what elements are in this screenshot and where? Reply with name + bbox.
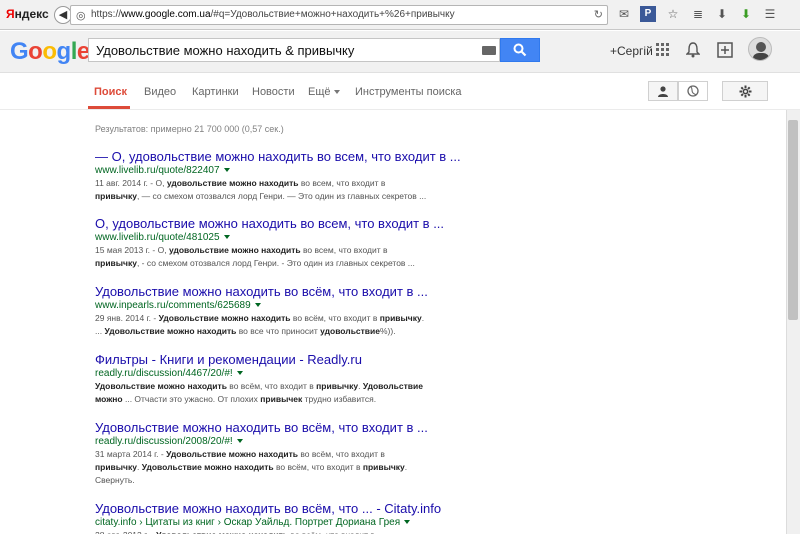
result-title-link[interactable]: — О, удовольствие можно находить во всем… — [95, 150, 525, 164]
reader-icon[interactable]: P — [640, 6, 656, 22]
result-snippet-line: 11 авг. 2014 г. - О, удовольствие можно … — [95, 178, 386, 188]
settings-button[interactable] — [722, 81, 768, 101]
result-title-link[interactable]: Фильтры - Книги и рекомендации - Readly.… — [95, 353, 525, 367]
address-bar[interactable]: ◎ https://www.google.com.ua/#q=Удовольст… — [70, 5, 608, 25]
result-url[interactable]: citaty.info › Цитаты из книг › Оскар Уай… — [95, 516, 525, 529]
chevron-down-icon[interactable] — [223, 235, 230, 240]
menu-icon[interactable]: ☰ — [762, 6, 778, 22]
mail-icon[interactable]: ✉ — [616, 6, 632, 22]
search-result: Фильтры - Книги и рекомендации - Readly.… — [95, 353, 525, 406]
search-result: Удовольствие можно находить во всём, что… — [95, 502, 525, 534]
result-stats: Результатов: примерно 21 700 000 (0,57 с… — [95, 124, 284, 134]
result-url[interactable]: www.livelib.ru/quote/481025 — [95, 231, 525, 244]
star-icon[interactable]: ☆ — [665, 6, 681, 22]
result-snippet-line: привычку, — со смехом отозвался лорд Ген… — [95, 191, 427, 201]
tab-images[interactable]: Картинки — [192, 86, 239, 98]
result-title-link[interactable]: Удовольствие можно находить во всём, что… — [95, 285, 525, 299]
result-snippet-line: привычку, - со смехом отозвался лорд Ген… — [95, 258, 415, 268]
search-query-text: Удовольствие можно находить & привычку — [96, 43, 355, 58]
search-input[interactable]: Удовольствие можно находить & привычку — [88, 38, 500, 62]
result-snippet-line: ... Удовольствие можно находить во все ч… — [95, 326, 396, 336]
result-snippet-line: Свернуть. — [95, 475, 135, 485]
result-url[interactable]: readly.ru/discussion/2008/20/#! — [95, 435, 525, 448]
result-snippet-line: 28 авг. 2013 г. - Удовольствие можно нах… — [95, 529, 525, 534]
addon-icon[interactable]: ⬇ — [738, 6, 754, 22]
tab-search[interactable]: Поиск — [94, 86, 127, 98]
tab-video[interactable]: Видео — [144, 86, 176, 98]
search-result: Удовольствие можно находить во всём, что… — [95, 285, 525, 338]
search-button[interactable] — [500, 38, 540, 62]
result-url[interactable]: www.inpearls.ru/comments/625689 — [95, 299, 525, 312]
tab-search-tools[interactable]: Инструменты поиска — [355, 86, 462, 98]
globe-icon — [687, 85, 699, 97]
search-icon — [513, 43, 527, 57]
result-snippet-line: 29 янв. 2014 г. - Удовольствие можно нах… — [95, 313, 425, 323]
result-snippet-line: Удовольствие можно находить во всём, что… — [95, 381, 423, 391]
person-icon — [658, 86, 668, 97]
browser-toolbar: Яндекс ◀ ◎ https://www.google.com.ua/#q=… — [0, 0, 800, 30]
user-profile-link[interactable]: +Сергій — [610, 44, 653, 58]
gear-icon — [739, 85, 751, 98]
search-result: — О, удовольствие можно находить во всем… — [95, 150, 525, 203]
tab-more[interactable]: Ещё — [308, 86, 340, 98]
chevron-down-icon[interactable] — [236, 371, 243, 376]
result-snippet-line: 31 марта 2014 г. - Удовольствие можно на… — [95, 449, 385, 459]
result-url[interactable]: www.livelib.ru/quote/822407 — [95, 164, 525, 177]
bookmark-list-icon[interactable]: ≣ — [690, 6, 706, 22]
result-snippet-line: привычку. Удовольствие можно находить во… — [95, 462, 408, 472]
google-logo[interactable]: Google — [10, 38, 90, 66]
tab-news[interactable]: Новости — [252, 86, 295, 98]
chevron-down-icon — [333, 90, 340, 95]
chevron-down-icon[interactable] — [404, 520, 411, 525]
reload-icon[interactable]: ↻ — [594, 8, 603, 21]
chevron-down-icon[interactable] — [254, 303, 261, 308]
search-result: О, удовольствие можно находить во всем, … — [95, 217, 525, 270]
result-title-link[interactable]: Удовольствие можно находить во всём, что… — [95, 502, 525, 516]
download-icon[interactable]: ⬇ — [714, 6, 730, 22]
global-results-button[interactable] — [678, 81, 708, 101]
result-snippet-line: можно ... Отчасти это ужасно. От плохих … — [95, 394, 377, 404]
active-tab-indicator — [88, 106, 130, 109]
address-bar-text: https://www.google.com.ua/#q=Удовольстви… — [91, 9, 455, 20]
scrollbar-thumb[interactable] — [788, 120, 798, 320]
search-result: Удовольствие можно находить во всём, что… — [95, 421, 525, 487]
apps-grid-icon[interactable] — [654, 40, 672, 60]
bell-icon[interactable] — [684, 40, 702, 60]
result-title-link[interactable]: Удовольствие можно находить во всём, что… — [95, 421, 525, 435]
lock-icon: ◎ — [76, 10, 86, 22]
share-plus-icon[interactable] — [716, 40, 734, 60]
browser-app-name: Яндекс — [6, 7, 49, 21]
personal-results-button[interactable] — [648, 81, 678, 101]
avatar[interactable] — [748, 37, 772, 61]
result-snippet-line: 15 мая 2013 г. - О, удовольствие можно н… — [95, 245, 388, 255]
result-url[interactable]: readly.ru/discussion/4467/20/#! — [95, 367, 525, 380]
chevron-down-icon[interactable] — [236, 439, 243, 444]
chevron-down-icon[interactable] — [223, 168, 230, 173]
keyboard-icon[interactable] — [482, 46, 496, 55]
result-title-link[interactable]: О, удовольствие можно находить во всем, … — [95, 217, 525, 231]
